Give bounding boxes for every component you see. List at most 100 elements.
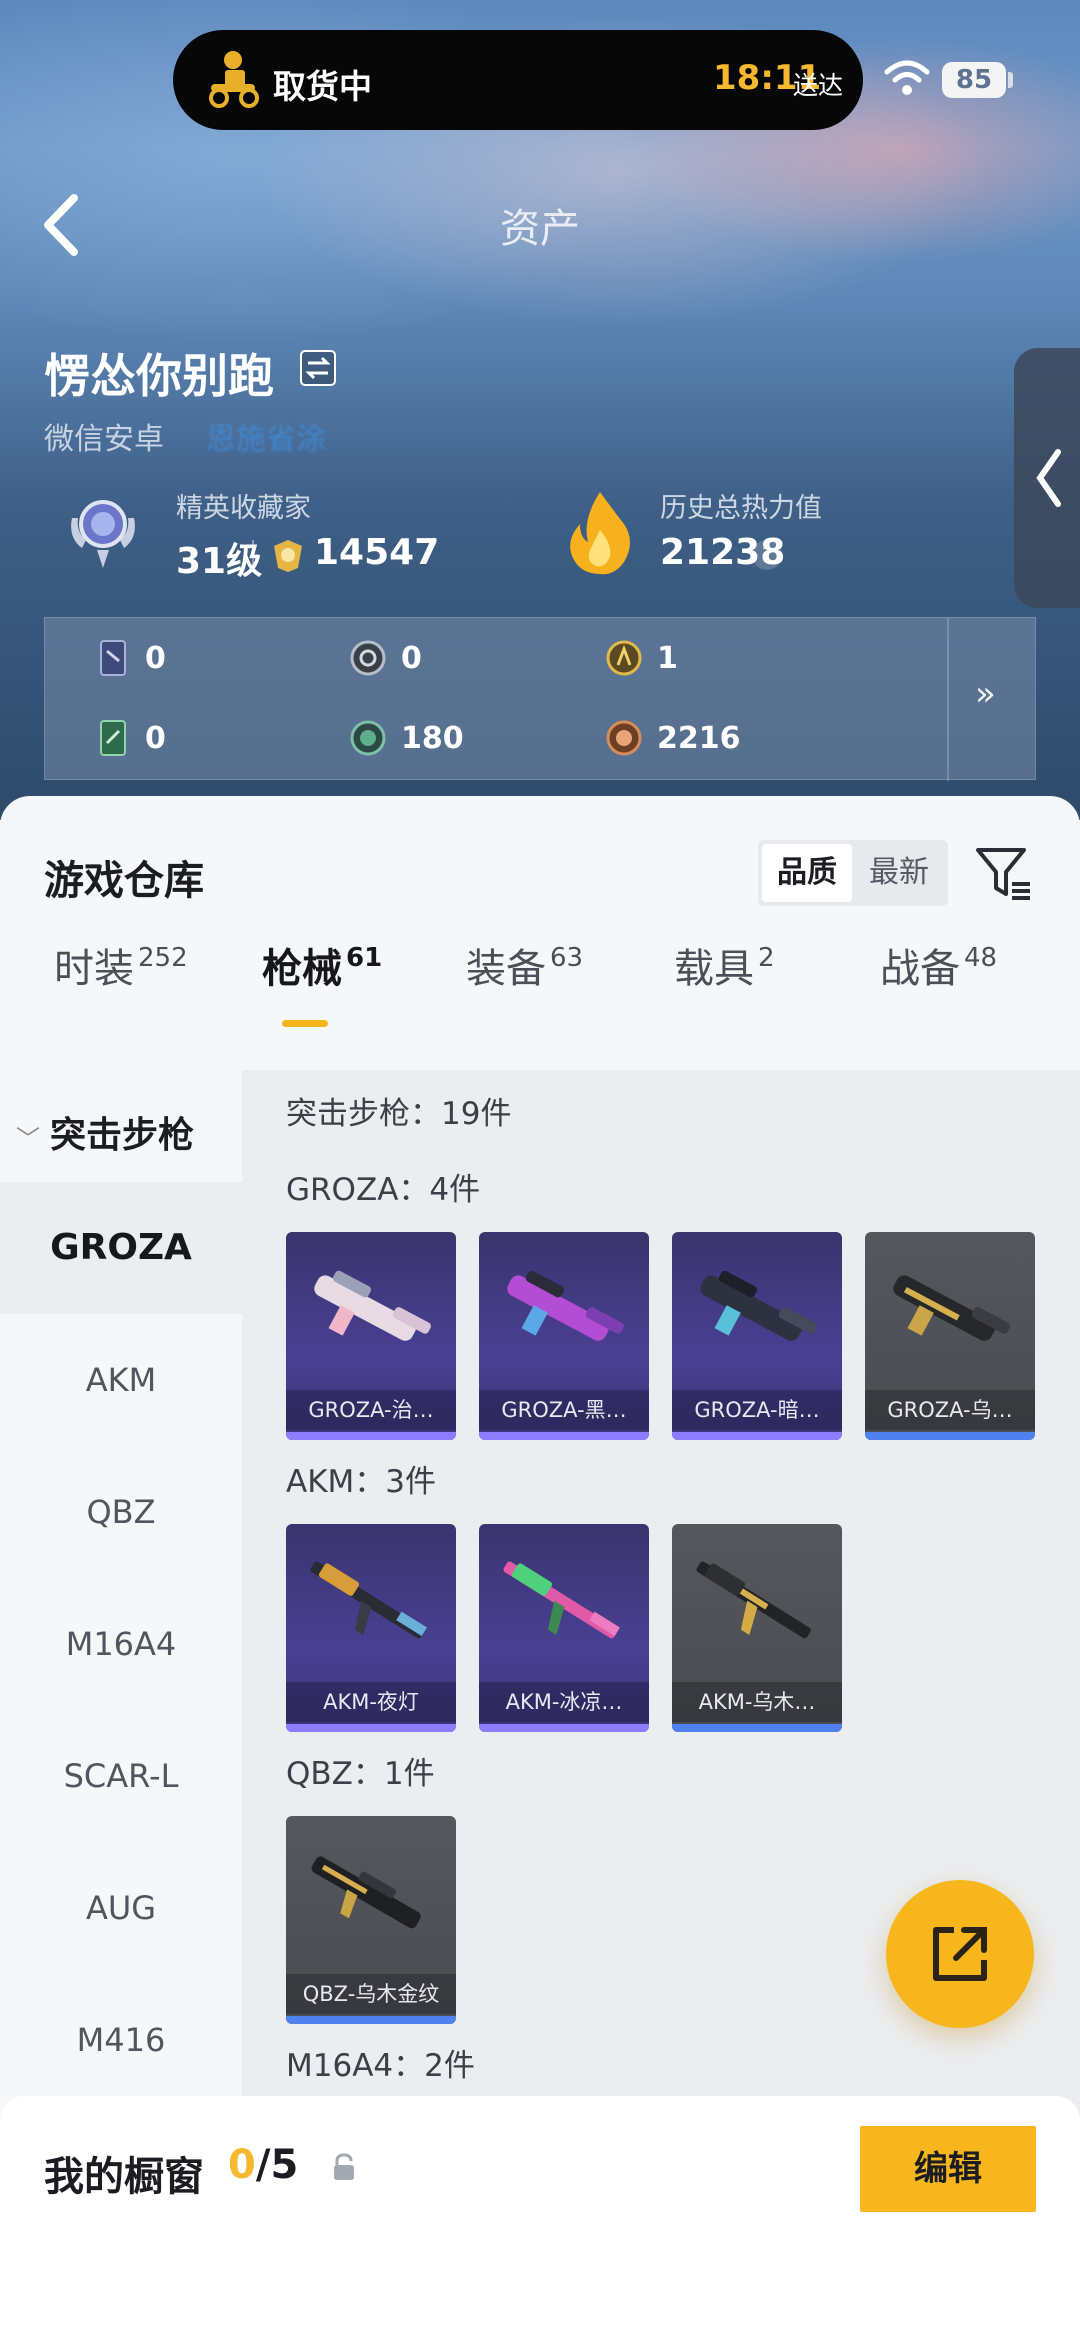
chevron-down-icon: ﹀ xyxy=(16,1125,40,1153)
medal-icon xyxy=(274,540,302,572)
weapon-name: AKM-夜灯 xyxy=(286,1682,456,1722)
currency-item: 2216 xyxy=(605,718,741,758)
category-tabs: 时装 252 枪械 61 装备 63 载具 2 战备 48 xyxy=(0,936,1080,1036)
bronze-coin-icon xyxy=(606,720,642,756)
weapon-card[interactable]: GROZA-暗… xyxy=(672,1232,842,1440)
sort-toggle: 品质 最新 xyxy=(758,840,948,906)
weapon-name: QBZ-乌木金纹 xyxy=(286,1974,456,2014)
showcase-count: 0/5 xyxy=(228,2142,299,2188)
weapon-card[interactable]: AKM-乌木… xyxy=(672,1524,842,1732)
weapon-name: GROZA-黑… xyxy=(479,1390,649,1430)
battery-tip xyxy=(1008,72,1013,88)
weapon-card[interactable]: GROZA-治… xyxy=(286,1232,456,1440)
section-label-akm: AKM：3件 xyxy=(286,1464,437,1500)
rifle-icon xyxy=(696,1561,811,1639)
battery-icon: 85 xyxy=(942,62,1006,98)
card-green-icon xyxy=(100,720,126,756)
currency-item: 0 xyxy=(93,718,166,758)
section-label-qbz: QBZ：1件 xyxy=(286,1756,435,1792)
category-item-aug[interactable]: AUG xyxy=(0,1842,242,1974)
sort-latest-button[interactable]: 最新 xyxy=(854,844,944,902)
rifle-icon xyxy=(503,1561,620,1639)
warehouse-title: 游戏仓库 xyxy=(44,858,204,904)
weapon-card[interactable]: AKM-冰凉… xyxy=(479,1524,649,1732)
page-title: 资产 xyxy=(500,206,580,252)
rank-level: 31级 xyxy=(176,541,263,582)
rank-title: 精英收藏家 xyxy=(176,493,311,524)
tab-equipment[interactable]: 装备 63 xyxy=(466,936,583,994)
total-count-label: 突击步枪：19件 xyxy=(286,1096,512,1132)
rarity-bar xyxy=(479,1432,649,1440)
server-label: 恩施省涂 xyxy=(206,422,326,457)
chevron-left-icon xyxy=(1036,449,1061,507)
weapon-card[interactable]: GROZA-黑… xyxy=(479,1232,649,1440)
currency-item: 180 xyxy=(349,718,464,758)
weapon-name: AKM-乌木… xyxy=(672,1682,842,1722)
tab-vehicles[interactable]: 载具 2 xyxy=(674,936,775,994)
currency-value: 2216 xyxy=(657,720,741,756)
currency-value: 180 xyxy=(401,720,464,756)
rifle-icon xyxy=(893,1275,1010,1341)
rifle-icon xyxy=(314,1270,431,1341)
switch-account-icon[interactable] xyxy=(300,350,336,386)
category-item-m16a4[interactable]: M16A4 xyxy=(0,1578,242,1710)
tab-skins[interactable]: 时装 252 xyxy=(54,936,188,994)
weapon-card[interactable]: GROZA-乌… xyxy=(865,1232,1035,1440)
currency-value: 1 xyxy=(657,640,678,676)
currency-item: 1 xyxy=(605,638,678,678)
silver-coin-icon xyxy=(350,640,386,676)
status-pill: 取货中 18:11 送达 xyxy=(173,30,863,130)
sort-quality-button[interactable]: 品质 xyxy=(762,844,852,902)
edit-button[interactable]: 编辑 xyxy=(860,2126,1036,2212)
rarity-bar xyxy=(286,2016,456,2024)
currency-item: 0 xyxy=(349,638,422,678)
currency-item: 0 xyxy=(93,638,166,678)
gold-coin-icon xyxy=(606,640,642,676)
rarity-bar xyxy=(672,1724,842,1732)
card-blue-icon xyxy=(100,640,126,676)
delivery-suffix: 送达 xyxy=(793,71,844,100)
green-gem-icon xyxy=(350,720,386,756)
currency-panel: 0 0 1 0 180 2216 » xyxy=(44,617,1036,781)
rarity-bar xyxy=(286,1432,456,1440)
category-item-akm[interactable]: AKM xyxy=(0,1314,242,1446)
rifle-icon xyxy=(310,1561,427,1639)
filter-icon[interactable] xyxy=(974,844,1032,902)
rifle-icon xyxy=(311,1856,421,1929)
side-drawer-handle[interactable] xyxy=(1014,348,1080,608)
section-label-groza: GROZA：4件 xyxy=(286,1172,481,1208)
showcase-bar: 我的橱窗 0/5 编辑 xyxy=(0,2096,1080,2341)
weapon-card[interactable]: QBZ-乌木金纹 xyxy=(286,1816,456,2024)
tab-guns[interactable]: 枪械 61 xyxy=(262,936,382,994)
showcase-label: 我的橱窗 xyxy=(44,2154,204,2200)
currency-value: 0 xyxy=(145,720,166,756)
active-tab-indicator xyxy=(282,1020,328,1027)
weapon-category-list: ﹀ 突击步枪 GROZA AKM QBZ M16A4 SCAR-L AUG M41… xyxy=(0,1070,242,2116)
lock-icon xyxy=(334,2153,354,2180)
rank-score: 14547 xyxy=(314,532,440,573)
category-item-m416[interactable]: M416 xyxy=(0,1974,242,2106)
category-group-header[interactable]: ﹀ 突击步枪 xyxy=(16,1106,194,1158)
section-label-m16a4: M16A4：2件 xyxy=(286,2048,475,2084)
category-item-scar-l[interactable]: SCAR-L xyxy=(0,1710,242,1842)
rifle-icon xyxy=(700,1270,817,1341)
rank-separator xyxy=(252,540,254,570)
category-item-qbz[interactable]: QBZ xyxy=(0,1446,242,1578)
help-icon[interactable]: ? xyxy=(752,540,782,570)
flame-icon xyxy=(570,492,630,575)
rarity-bar xyxy=(286,1724,456,1732)
tab-supplies[interactable]: 战备 48 xyxy=(880,936,997,994)
currency-value: 0 xyxy=(401,640,422,676)
weapon-name: GROZA-治… xyxy=(286,1390,456,1430)
share-button[interactable] xyxy=(886,1880,1034,2028)
platform-label: 微信安卓 xyxy=(44,422,164,457)
collector-badge-icon xyxy=(71,500,135,568)
category-item-groza[interactable]: GROZA xyxy=(0,1182,242,1314)
weapon-name: AKM-冰凉… xyxy=(479,1682,649,1722)
weapon-name: GROZA-乌… xyxy=(865,1390,1035,1430)
weapon-name: GROZA-暗… xyxy=(672,1390,842,1430)
heat-title: 历史总热力值 xyxy=(660,493,822,524)
weapon-card[interactable]: AKM-夜灯 xyxy=(286,1524,456,1732)
double-chevron-right-icon[interactable]: » xyxy=(975,674,996,714)
currency-divider xyxy=(947,618,949,781)
